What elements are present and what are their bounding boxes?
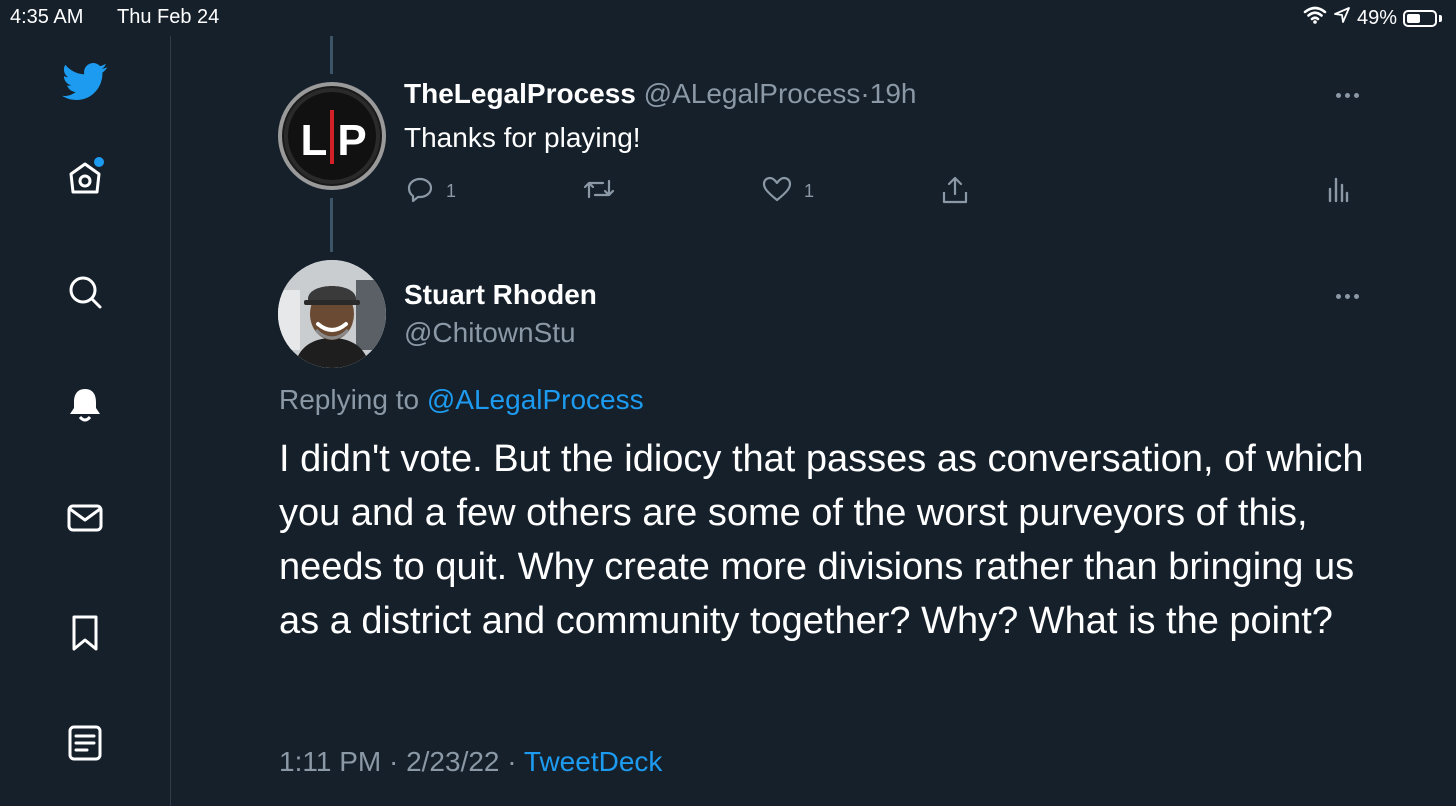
sidebar-item-home[interactable] xyxy=(62,157,108,203)
tweet-text: Thanks for playing! xyxy=(404,122,641,153)
display-name[interactable]: Stuart Rhoden xyxy=(404,279,597,311)
legal-process-logo-icon: L P xyxy=(284,88,380,184)
status-date: Thu Feb 24 xyxy=(117,6,220,28)
sidebar-item-explore[interactable] xyxy=(62,271,108,317)
battery-icon xyxy=(1403,9,1437,27)
like-button[interactable]: 1 xyxy=(762,175,814,208)
analytics-bars-icon xyxy=(1326,175,1350,208)
status-time: 4:35 AM xyxy=(10,6,84,28)
status-bar: 4:35 AM Thu Feb 24 49% xyxy=(0,0,1456,36)
retweet-button[interactable] xyxy=(583,175,615,208)
reply-count: 1 xyxy=(446,181,457,201)
handle[interactable]: @ChitownStu xyxy=(404,317,576,349)
battery-tip xyxy=(1439,14,1442,22)
tweet-source-link[interactable]: TweetDeck xyxy=(524,746,663,777)
more-options-icon[interactable] xyxy=(1336,90,1366,100)
lists-icon xyxy=(65,723,105,768)
status-indicators: 49% xyxy=(1303,6,1442,30)
bookmarks-icon xyxy=(65,613,105,658)
notifications-bell-icon xyxy=(65,384,105,429)
svg-text:L: L xyxy=(301,116,328,165)
replying-handle-link[interactable]: @ALegalProcess xyxy=(427,384,644,415)
sidebar-nav xyxy=(0,36,171,806)
location-arrow-icon xyxy=(1333,6,1351,30)
sidebar-item-lists[interactable] xyxy=(62,722,108,768)
replying-prefix: Replying to xyxy=(279,384,420,415)
svg-text:P: P xyxy=(337,116,366,165)
tweet-meta: 1:11 PM · 2/23/22 · TweetDeck xyxy=(279,746,662,778)
avatar[interactable] xyxy=(278,260,386,368)
thread-line-bottom xyxy=(330,198,333,252)
notification-dot xyxy=(94,157,104,167)
search-icon xyxy=(65,272,105,317)
thread-line-top xyxy=(330,36,333,74)
replying-to: Replying to @ALegalProcess xyxy=(279,384,644,416)
wifi-icon xyxy=(1303,6,1327,30)
share-icon xyxy=(940,175,970,210)
tweet-author-header: TheLegalProcess @ALegalProcess·19h xyxy=(404,78,916,110)
share-button[interactable] xyxy=(940,175,970,210)
messages-mail-icon xyxy=(65,498,105,543)
sidebar-item-notifications[interactable] xyxy=(62,383,108,429)
twitter-logo-icon[interactable] xyxy=(62,59,108,105)
profile-photo xyxy=(278,260,386,368)
reply-icon xyxy=(406,175,434,208)
reply-button[interactable]: 1 xyxy=(406,175,456,208)
avatar[interactable]: L P xyxy=(278,82,386,190)
heart-icon xyxy=(762,175,792,208)
sidebar-item-messages[interactable] xyxy=(62,497,108,543)
analytics-button[interactable] xyxy=(1326,175,1350,208)
more-options-icon[interactable] xyxy=(1336,291,1366,301)
separator: · xyxy=(860,78,870,109)
display-name[interactable]: TheLegalProcess xyxy=(404,78,636,109)
sidebar-item-bookmarks[interactable] xyxy=(62,612,108,658)
like-count: 1 xyxy=(804,181,815,201)
battery-fill xyxy=(1407,13,1420,23)
tweet-text: I didn't vote. But the idiocy that passe… xyxy=(279,438,1364,642)
battery-percent: 49% xyxy=(1356,6,1397,29)
handle[interactable]: @ALegalProcess xyxy=(644,78,861,109)
tweet-timestamp[interactable]: 1:11 PM · 2/23/22 · xyxy=(279,746,517,777)
retweet-icon xyxy=(583,175,615,208)
timestamp[interactable]: 19h xyxy=(870,78,917,109)
